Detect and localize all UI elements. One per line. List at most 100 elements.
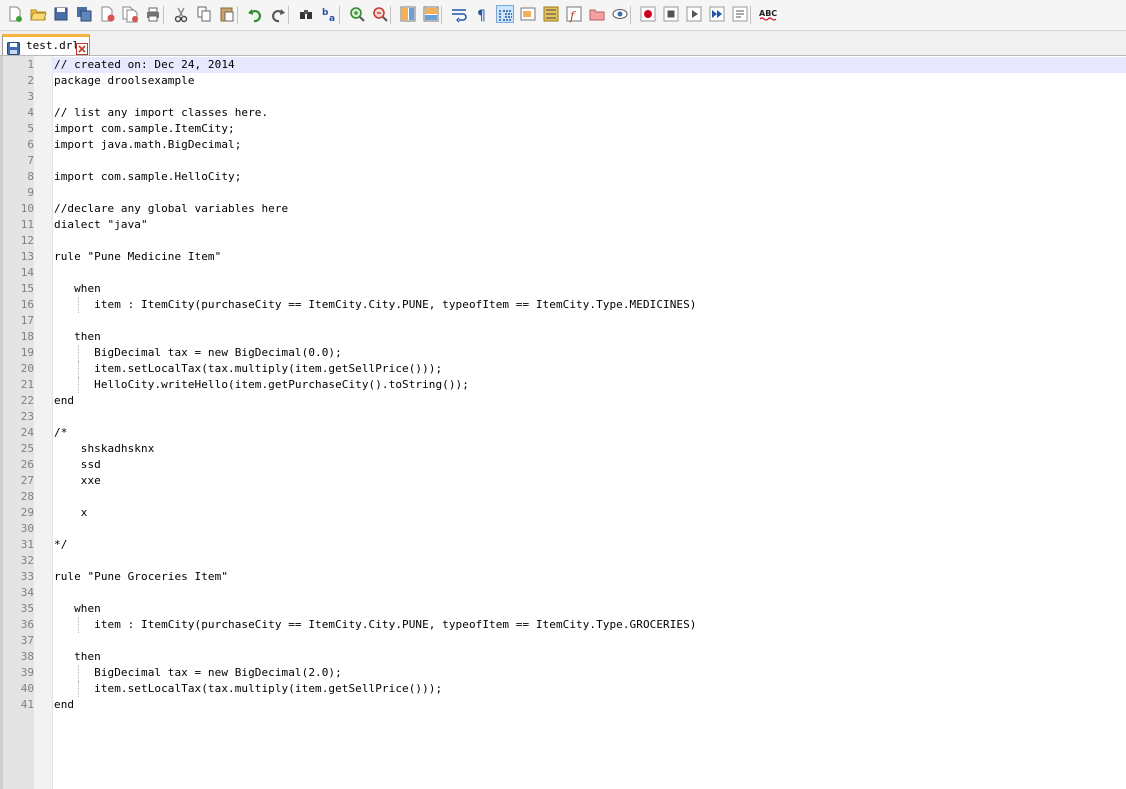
code-line[interactable]: 19 BigDecimal tax = new BigDecimal(0.0); [0,345,1126,361]
close-all-icon [121,5,139,23]
close-icon[interactable] [76,40,88,55]
code-text: package droolsexample [54,74,195,87]
function-list-icon: f [565,5,583,23]
code-line[interactable]: 16 item : ItemCity(purchaseCity == ItemC… [0,297,1126,313]
code-line[interactable]: 25 shskadhsknx [0,441,1126,457]
close-button[interactable] [98,5,116,23]
new-file-button[interactable] [6,5,24,23]
code-line[interactable]: 10 //declare any global variables here [0,201,1126,217]
code-line[interactable]: 24 /* [0,425,1126,441]
line-number: 20 [20,362,34,375]
document-map-button[interactable] [542,5,560,23]
code-text: shskadhsknx [54,442,155,455]
copy-button[interactable] [195,5,213,23]
sync-horizontal-button[interactable] [422,5,440,23]
code-line[interactable]: 32 [0,553,1126,569]
close-all-button[interactable] [121,5,139,23]
indent-guide-button[interactable] [496,5,514,23]
open-file-button[interactable] [29,5,47,23]
code-line[interactable]: 18 then [0,329,1126,345]
code-line[interactable]: 35 when [0,601,1126,617]
code-line[interactable]: 17 [0,313,1126,329]
line-number: 15 [20,282,34,295]
paste-button[interactable] [218,5,236,23]
zoom-out-button[interactable] [371,5,389,23]
paste-icon [218,5,236,23]
code-line[interactable]: 8 import com.sample.HelloCity; [0,169,1126,185]
code-line[interactable]: 4 // list any import classes here. [0,105,1126,121]
code-line[interactable]: 23 [0,409,1126,425]
zoom-in-button[interactable] [348,5,366,23]
svg-text:a: a [329,14,335,23]
code-line[interactable]: 36 item : ItemCity(purchaseCity == ItemC… [0,617,1126,633]
code-text: HelloCity.writeHello(item.getPurchaseCit… [54,378,469,391]
show-all-characters-button[interactable]: ¶ [473,5,491,23]
code-line[interactable]: 38 then [0,649,1126,665]
code-line[interactable]: 15 when [0,281,1126,297]
code-text: rule "Pune Groceries Item" [54,570,229,583]
code-line[interactable]: 11 dialect "java" [0,217,1126,233]
code-line[interactable]: 20 item.setLocalTax(tax.multiply(item.ge… [0,361,1126,377]
redo-icon [269,5,287,23]
line-number: 3 [27,90,34,103]
record-macro-button[interactable] [639,5,657,23]
save-macro-button[interactable] [731,5,749,23]
line-number: 23 [20,410,34,423]
word-wrap-button[interactable] [450,5,468,23]
function-list-button[interactable]: f [565,5,583,23]
code-line[interactable]: 41 end [0,697,1126,713]
code-line[interactable]: 28 [0,489,1126,505]
sync-vertical-button[interactable] [399,5,417,23]
toolbar-separator [750,6,751,24]
code-line[interactable]: 40 item.setLocalTax(tax.multiply(item.ge… [0,681,1126,697]
line-number: 16 [20,298,34,311]
spell-check-label: ABC [759,9,777,18]
line-number: 29 [20,506,34,519]
find-button[interactable] [297,5,315,23]
code-line[interactable]: 5 import com.sample.ItemCity; [0,121,1126,137]
spell-check-button[interactable]: ABC [759,5,777,23]
code-line[interactable]: 2 package droolsexample [0,73,1126,89]
user-defined-language-button[interactable] [519,5,537,23]
line-number: 40 [20,682,34,695]
redo-button[interactable] [269,5,287,23]
svg-text:¶: ¶ [477,8,486,23]
code-line[interactable]: 7 [0,153,1126,169]
tab-test-drl[interactable]: test.drl [2,34,90,55]
code-line[interactable]: 9 [0,185,1126,201]
code-line[interactable]: 33 rule "Pune Groceries Item" [0,569,1126,585]
playback-macro-button[interactable] [685,5,703,23]
folder-as-workspace-button[interactable] [588,5,606,23]
code-line[interactable]: 21 HelloCity.writeHello(item.getPurchase… [0,377,1126,393]
run-macro-multiple-button[interactable] [708,5,726,23]
code-line[interactable]: 22 end [0,393,1126,409]
replace-button[interactable]: ba [320,5,338,23]
code-line[interactable]: 1 // created on: Dec 24, 2014 [0,57,1126,73]
line-number: 10 [20,202,34,215]
undo-button[interactable] [246,5,264,23]
code-line[interactable]: 26 ssd [0,457,1126,473]
playback-macro-icon [685,5,703,23]
code-line[interactable]: 29 x [0,505,1126,521]
code-line[interactable]: 14 [0,265,1126,281]
cut-button[interactable] [172,5,190,23]
code-line[interactable]: 13 rule "Pune Medicine Item" [0,249,1126,265]
code-line[interactable]: 30 [0,521,1126,537]
code-line[interactable]: 3 [0,89,1126,105]
code-line[interactable]: 12 [0,233,1126,249]
code-line[interactable]: 34 [0,585,1126,601]
line-number: 21 [20,378,34,391]
toolbar-separator [237,6,238,24]
save-all-button[interactable] [75,5,93,23]
print-button[interactable] [144,5,162,23]
code-text: // list any import classes here. [54,106,269,119]
code-line[interactable]: 31 */ [0,537,1126,553]
save-button[interactable] [52,5,70,23]
code-line[interactable]: 27 xxe [0,473,1126,489]
monitoring-button[interactable] [611,5,629,23]
code-line[interactable]: 6 import java.math.BigDecimal; [0,137,1126,153]
code-line[interactable]: 39 BigDecimal tax = new BigDecimal(2.0); [0,665,1126,681]
stop-recording-button[interactable] [662,5,680,23]
code-editor[interactable]: 1 // created on: Dec 24, 2014 2 package dro… [0,56,1126,789]
code-line[interactable]: 37 [0,633,1126,649]
